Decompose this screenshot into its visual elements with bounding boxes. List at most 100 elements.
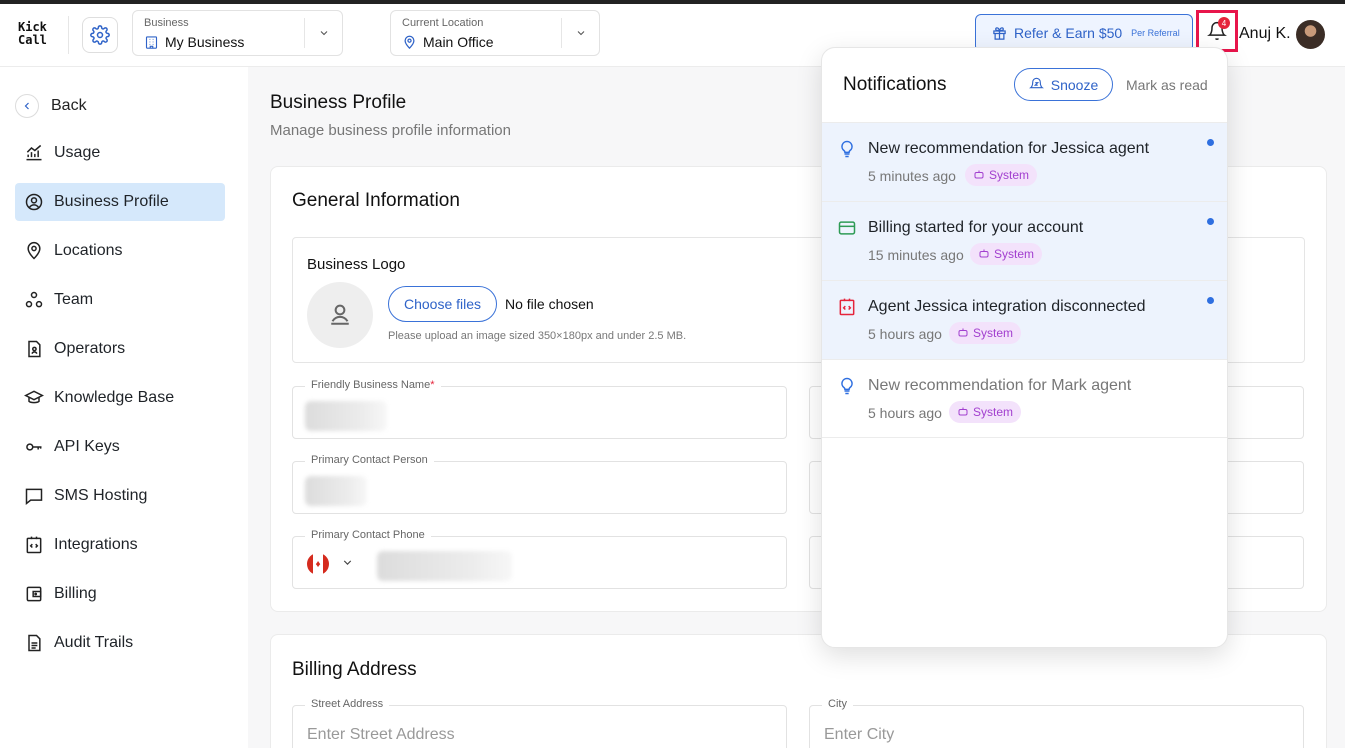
business-logo-label: Business Logo xyxy=(307,256,406,273)
operator-file-icon xyxy=(28,340,41,358)
unread-dot xyxy=(1207,218,1214,225)
canada-flag-icon[interactable]: ♦ xyxy=(307,553,329,575)
logo-line-2: Call xyxy=(18,33,47,47)
sidebar: Back Usage Business Profile Locations Te… xyxy=(0,67,248,748)
blurred-value xyxy=(377,551,512,581)
business-select[interactable]: Business My Business xyxy=(132,10,343,56)
snooze-button[interactable]: Snooze xyxy=(1014,68,1113,101)
mark-as-read-link[interactable]: Mark as read xyxy=(1126,77,1208,93)
sidebar-item-locations[interactable]: Locations xyxy=(15,232,225,270)
sidebar-item-label: Operators xyxy=(54,340,126,357)
blurred-value xyxy=(305,401,387,431)
refer-label: Refer & Earn $50 xyxy=(1014,25,1123,41)
friendly-business-name-label-text: Friendly Business Name xyxy=(311,379,431,391)
sidebar-item-label: API Keys xyxy=(54,438,120,455)
primary-contact-person-field[interactable]: Primary Contact Person xyxy=(292,454,787,514)
notification-item[interactable]: Billing started for your account 15 minu… xyxy=(822,201,1227,280)
friendly-business-name-field[interactable]: Friendly Business Name* xyxy=(292,379,787,439)
choose-files-button[interactable]: Choose files xyxy=(388,286,497,322)
chevron-left-icon xyxy=(24,102,29,110)
location-caption: Current Location xyxy=(402,17,484,29)
chat-bubble-icon xyxy=(25,488,43,506)
integration-alert-icon xyxy=(839,298,855,316)
notifications-button[interactable]: 4 xyxy=(1196,10,1238,52)
street-address-label: Street Address xyxy=(305,698,390,710)
sidebar-item-label: Usage xyxy=(54,144,101,161)
robot-icon xyxy=(958,407,968,416)
robot-icon xyxy=(974,170,984,179)
lightbulb-icon xyxy=(841,377,853,395)
back-label: Back xyxy=(51,97,87,114)
gift-icon xyxy=(993,26,1006,40)
system-tag: System xyxy=(949,322,1022,344)
business-caption: Business xyxy=(144,17,189,29)
unread-dot xyxy=(1207,297,1214,304)
user-placeholder-icon xyxy=(331,304,349,325)
map-pin-icon xyxy=(404,35,415,49)
city-field[interactable]: City Enter City xyxy=(809,698,1304,748)
robot-icon xyxy=(979,249,989,258)
credit-card-icon xyxy=(838,221,856,235)
user-avatar[interactable] xyxy=(1296,20,1325,49)
business-dropdown-toggle[interactable] xyxy=(304,18,342,48)
sidebar-item-operators[interactable]: Operators xyxy=(15,330,225,368)
sidebar-item-label: Audit Trails xyxy=(54,634,134,651)
header-divider xyxy=(68,16,69,54)
graduation-cap-icon xyxy=(24,390,44,404)
business-value: My Business xyxy=(165,34,245,50)
street-address-field[interactable]: Street Address Enter Street Address xyxy=(292,698,787,748)
key-icon xyxy=(26,443,42,451)
primary-contact-phone-label: Primary Contact Phone xyxy=(305,529,431,541)
snooze-label: Snooze xyxy=(1050,76,1099,93)
primary-contact-phone-field[interactable]: Primary Contact Phone ♦ xyxy=(292,529,787,589)
sidebar-item-label: Team xyxy=(54,291,94,308)
notification-item[interactable]: New recommendation for Mark agent 5 hour… xyxy=(822,359,1227,438)
sidebar-item-label: Knowledge Base xyxy=(54,389,175,406)
building-icon xyxy=(145,35,158,49)
kickcall-logo[interactable]: Kick Call xyxy=(18,21,47,47)
location-select[interactable]: Current Location Main Office xyxy=(390,10,600,56)
map-pin-icon xyxy=(27,241,41,260)
notification-item[interactable]: Agent Jessica integration disconnected 5… xyxy=(822,280,1227,359)
notification-count-badge: 4 xyxy=(1218,17,1230,29)
back-link[interactable]: Back xyxy=(15,94,87,118)
user-circle-icon xyxy=(25,193,43,211)
refer-sublabel: Per Referral xyxy=(1131,28,1180,38)
sidebar-item-knowledge-base[interactable]: Knowledge Base xyxy=(15,379,225,417)
page-subtitle: Manage business profile information xyxy=(270,122,511,139)
notification-item[interactable]: New recommendation for Jessica agent 5 m… xyxy=(822,122,1227,201)
city-placeholder: Enter City xyxy=(824,726,895,743)
sidebar-item-billing[interactable]: Billing xyxy=(15,575,225,613)
notifications-panel: Notifications Snooze Mark as read New re… xyxy=(821,47,1228,648)
sidebar-item-usage[interactable]: Usage xyxy=(15,134,225,172)
user-name[interactable]: Anuj K. xyxy=(1239,25,1291,43)
system-tag: System xyxy=(965,164,1038,186)
unread-dot xyxy=(1207,139,1214,146)
lightbulb-icon xyxy=(841,140,853,158)
location-dropdown-toggle[interactable] xyxy=(561,18,599,48)
chevron-down-icon xyxy=(577,31,584,36)
sidebar-item-team[interactable]: Team xyxy=(15,281,225,319)
notification-time: 5 minutes ago xyxy=(868,168,956,184)
chevron-down-icon[interactable] xyxy=(341,556,354,569)
sidebar-item-sms-hosting[interactable]: SMS Hosting xyxy=(15,477,225,515)
back-circle xyxy=(15,94,39,118)
notification-text: New recommendation for Mark agent xyxy=(868,377,1132,394)
tag-label: System xyxy=(973,326,1014,340)
sidebar-item-label: Business Profile xyxy=(54,193,169,210)
chart-line-icon xyxy=(26,144,42,161)
blurred-value xyxy=(305,476,367,506)
system-tag: System xyxy=(949,401,1022,423)
code-box-icon xyxy=(26,536,42,554)
sidebar-item-integrations[interactable]: Integrations xyxy=(15,526,225,564)
system-tag: System xyxy=(970,243,1043,265)
primary-contact-person-label: Primary Contact Person xyxy=(305,454,434,466)
sidebar-item-audit-trails[interactable]: Audit Trails xyxy=(15,624,225,662)
upload-hint: Please upload an image sized 350×180px a… xyxy=(388,330,687,342)
settings-button[interactable] xyxy=(82,17,118,53)
sidebar-item-business-profile[interactable]: Business Profile xyxy=(15,183,225,221)
robot-icon xyxy=(958,328,968,337)
notification-text: Agent Jessica integration disconnected xyxy=(868,298,1146,315)
notification-time: 5 hours ago xyxy=(868,326,942,342)
sidebar-item-api-keys[interactable]: API Keys xyxy=(15,428,225,466)
